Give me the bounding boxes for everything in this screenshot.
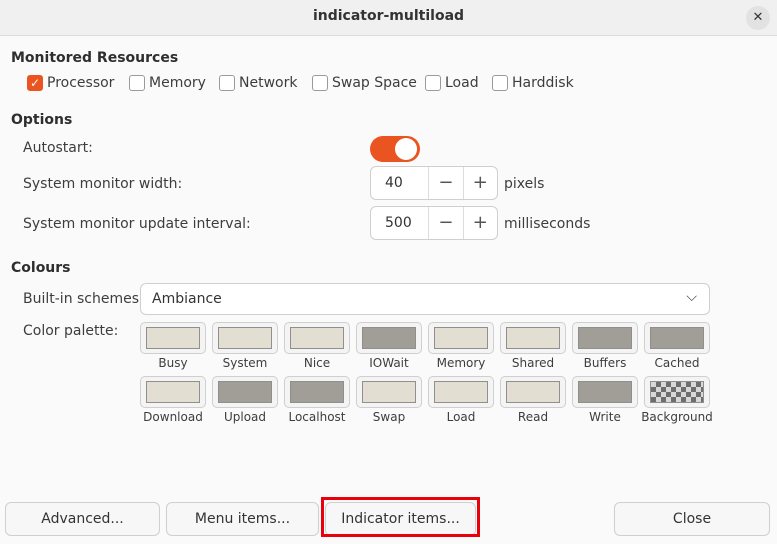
close-button[interactable]: Close	[614, 502, 770, 536]
width-unit: pixels	[504, 176, 545, 192]
swatch-label-read: Read	[517, 410, 549, 424]
swatch-label-upload: Upload	[223, 410, 267, 424]
swatch-label-background: Background	[641, 410, 713, 424]
swatch-upload[interactable]	[212, 376, 278, 408]
swatch-download[interactable]	[140, 376, 206, 408]
checkbox-box	[219, 75, 235, 91]
swatch-label-shared: Shared	[511, 356, 555, 370]
colours-heading: Colours	[11, 260, 71, 276]
checkmark-icon: ✓	[27, 75, 43, 91]
swatch-fill	[218, 381, 272, 403]
swatch-label-nice: Nice	[303, 356, 331, 370]
interval-spinner: 500 − +	[370, 206, 498, 240]
autostart-label: Autostart:	[23, 140, 93, 156]
checkbox-load[interactable]: Load	[425, 74, 479, 92]
checkbox-box	[425, 75, 441, 91]
swatch-swap[interactable]	[356, 376, 422, 408]
swatch-label-busy: Busy	[158, 356, 188, 370]
checkbox-swap-space[interactable]: Swap Space	[312, 74, 417, 92]
swatch-fill	[650, 381, 704, 403]
schemes-selected-value: Ambiance	[152, 291, 222, 307]
swatch-iowait[interactable]	[356, 322, 422, 354]
checkbox-label: Swap Space	[332, 75, 417, 91]
interval-label: System monitor update interval:	[23, 216, 251, 232]
swatch-read[interactable]	[500, 376, 566, 408]
swatch-fill	[578, 381, 632, 403]
toggle-knob	[395, 138, 417, 160]
swatch-label-cached: Cached	[654, 356, 700, 370]
checkbox-box	[129, 75, 145, 91]
checkbox-label: Processor	[47, 75, 115, 91]
swatch-fill	[506, 381, 560, 403]
swatch-fill	[218, 327, 272, 349]
swatch-label-localhost: Localhost	[288, 410, 346, 424]
palette-label: Color palette:	[23, 323, 119, 339]
swatch-load[interactable]	[428, 376, 494, 408]
width-increment-button[interactable]: +	[462, 167, 497, 199]
schemes-dropdown[interactable]: Ambiance ⌵	[140, 283, 710, 315]
swatch-nice[interactable]	[284, 322, 350, 354]
monitored-resources-heading: Monitored Resources	[11, 50, 179, 66]
swatch-busy[interactable]	[140, 322, 206, 354]
swatch-label-load: Load	[446, 410, 476, 424]
checkbox-harddisk[interactable]: Harddisk	[492, 74, 574, 92]
swatch-fill	[650, 327, 704, 349]
checkbox-memory[interactable]: Memory	[129, 74, 206, 92]
swatch-fill	[290, 327, 344, 349]
checkbox-label: Network	[239, 75, 298, 91]
window-title: indicator-multiload	[312, 8, 465, 24]
swatch-localhost[interactable]	[284, 376, 350, 408]
swatch-background[interactable]	[644, 376, 710, 408]
swatch-memory[interactable]	[428, 322, 494, 354]
swatch-system[interactable]	[212, 322, 278, 354]
swatch-label-swap: Swap	[372, 410, 406, 424]
swatch-fill	[290, 381, 344, 403]
checkbox-box	[492, 75, 508, 91]
width-spinner: 40 − +	[370, 166, 498, 200]
close-window-button[interactable]: ✕	[746, 6, 770, 30]
swatch-label-download: Download	[143, 410, 203, 424]
interval-input[interactable]: 500	[371, 207, 428, 239]
swatch-fill	[146, 327, 200, 349]
chevron-down-icon: ⌵	[686, 289, 697, 305]
swatch-fill	[434, 327, 488, 349]
swatch-fill	[578, 327, 632, 349]
swatch-label-write: Write	[589, 410, 621, 424]
swatch-fill	[506, 327, 560, 349]
checkbox-box	[312, 75, 328, 91]
advanced-button[interactable]: Advanced...	[5, 502, 160, 536]
width-decrement-button[interactable]: −	[428, 167, 462, 199]
swatch-label-memory: Memory	[436, 356, 486, 370]
swatch-label-system: System	[222, 356, 268, 370]
width-label: System monitor width:	[23, 176, 183, 192]
swatch-buffers[interactable]	[572, 322, 638, 354]
swatch-fill	[362, 381, 416, 403]
menu-items-button[interactable]: Menu items...	[166, 502, 319, 536]
checkbox-network[interactable]: Network	[219, 74, 297, 92]
swatch-fill	[362, 327, 416, 349]
width-input[interactable]: 40	[371, 167, 428, 199]
interval-increment-button[interactable]: +	[462, 207, 497, 239]
swatch-write[interactable]	[572, 376, 638, 408]
schemes-label: Built-in schemes:	[23, 291, 144, 307]
checkbox-label: Harddisk	[512, 75, 574, 91]
swatch-cached[interactable]	[644, 322, 710, 354]
checkbox-label: Load	[445, 75, 479, 91]
swatch-fill	[146, 381, 200, 403]
interval-unit: milliseconds	[504, 216, 591, 232]
swatch-shared[interactable]	[500, 322, 566, 354]
swatch-label-buffers: Buffers	[583, 356, 627, 370]
options-heading: Options	[11, 112, 73, 128]
interval-decrement-button[interactable]: −	[428, 207, 462, 239]
highlight-box	[321, 497, 480, 537]
title-bar: indicator-multiload ✕	[0, 0, 777, 36]
checkbox-processor[interactable]: ✓ Processor	[27, 74, 114, 92]
swatch-fill	[434, 381, 488, 403]
swatch-label-iowait: IOWait	[369, 356, 409, 370]
checkbox-label: Memory	[149, 75, 206, 91]
autostart-toggle[interactable]	[370, 136, 420, 162]
close-icon: ✕	[752, 10, 764, 25]
